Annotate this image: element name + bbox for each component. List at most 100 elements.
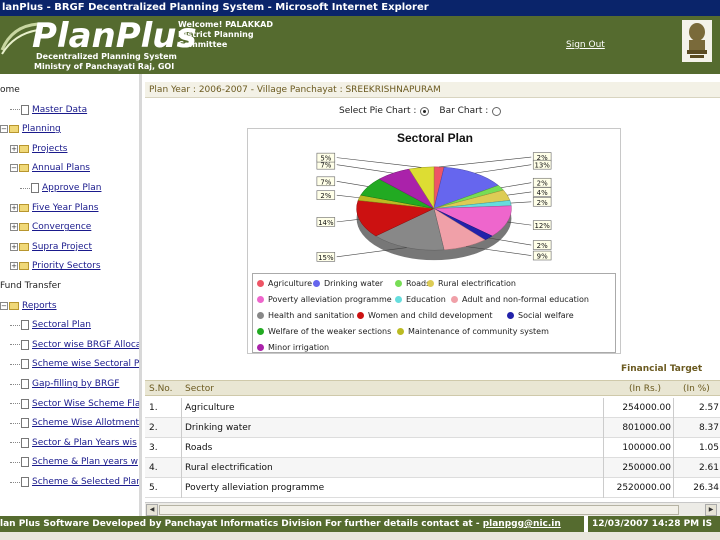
- document-icon: [21, 457, 29, 468]
- sidebar-item[interactable]: Scheme & Plan years w: [0, 454, 138, 470]
- expand-toggle-icon[interactable]: −: [0, 125, 8, 134]
- footer-bar: lan Plus Software Developed by Panchayat…: [0, 516, 720, 532]
- slice-leader-line: [336, 164, 394, 174]
- table-header: S.No. Sector (In Rs.) (In %): [145, 380, 720, 396]
- status-strip: [0, 532, 720, 540]
- sidebar-item[interactable]: + Convergence: [0, 219, 91, 235]
- document-icon: [21, 104, 29, 115]
- legend-swatch: [313, 279, 320, 287]
- sidebar-item[interactable]: + Projects: [0, 141, 67, 157]
- slice-leader-line: [439, 156, 532, 168]
- legend-item: Rural electrification: [427, 276, 516, 290]
- sidebar-item-label: Convergence: [32, 222, 92, 233]
- tree-connector: [10, 422, 20, 424]
- sidebar-item[interactable]: Scheme wise Sectoral P: [0, 356, 139, 372]
- table-divider: [181, 438, 182, 458]
- sidebar-item[interactable]: Approve Plan: [0, 180, 101, 196]
- expand-toggle-icon[interactable]: −: [0, 301, 8, 310]
- expand-toggle-icon[interactable]: +: [10, 223, 18, 232]
- tree-connector: [10, 344, 20, 346]
- horizontal-scrollbar[interactable]: ◀ ▶: [145, 502, 720, 516]
- sidebar-item[interactable]: + Supra Project: [0, 239, 92, 255]
- legend-label: Drinking water: [324, 278, 384, 288]
- sidebar-item[interactable]: Fund Transfer: [0, 278, 61, 294]
- financial-target-title: Financial Target: [621, 364, 703, 374]
- col-amount: (In Rs.): [629, 384, 662, 394]
- chart-title: Sectoral Plan: [396, 131, 474, 145]
- expand-toggle-icon[interactable]: +: [10, 203, 18, 212]
- folder-icon: [19, 242, 29, 251]
- cell-percent: 2.61: [698, 463, 719, 473]
- app-header: PlanPlus Decentralized Planning System M…: [0, 16, 720, 74]
- sidebar-item-label: Fund Transfer: [0, 281, 61, 291]
- slice-label-text: 12%: [534, 222, 550, 230]
- expand-toggle-icon[interactable]: −: [10, 164, 18, 173]
- sign-out-link[interactable]: Sign Out: [566, 40, 605, 50]
- sidebar-item[interactable]: Master Data: [0, 102, 87, 118]
- slice-label-text: 7%: [320, 162, 331, 170]
- bar-chart-label: Bar Chart :: [439, 106, 489, 116]
- table-divider: [181, 458, 182, 478]
- sidebar-item-label: Supra Project: [32, 241, 92, 252]
- document-icon: [21, 320, 29, 331]
- sidebar-item-label: Annual Plans: [32, 163, 90, 174]
- document-icon: [21, 398, 29, 409]
- cell-sector: Rural electrification: [185, 463, 273, 473]
- sidebar-item-label: Sectoral Plan: [32, 320, 91, 331]
- sidebar-item[interactable]: Sector Wise Scheme Fla: [0, 396, 139, 412]
- legend-item: Adult and non-formal education: [451, 292, 589, 306]
- slice-label: 2%: [532, 177, 552, 188]
- slice-label: 5%: [316, 152, 336, 163]
- welcome-line-3: Committee: [178, 40, 228, 49]
- sidebar-item[interactable]: Sectoral Plan: [0, 317, 91, 333]
- cell-sector: Drinking water: [185, 423, 252, 433]
- bar-chart-radio[interactable]: [492, 106, 502, 116]
- sidebar-item[interactable]: − Planning: [0, 121, 61, 137]
- expand-toggle-icon[interactable]: +: [10, 262, 18, 271]
- legend-label: Poverty alleviation programme: [268, 294, 392, 304]
- expand-toggle-icon[interactable]: +: [10, 242, 18, 251]
- document-icon: [31, 183, 39, 193]
- sidebar-item[interactable]: − Annual Plans: [0, 160, 90, 176]
- table-divider: [673, 398, 674, 418]
- slice-leader-line: [336, 194, 360, 199]
- tree-connector: [10, 383, 20, 385]
- sidebar-item[interactable]: Sector & Plan Years wis: [0, 435, 137, 451]
- tree-connector: [10, 403, 20, 405]
- pie-chart-radio[interactable]: [420, 106, 430, 116]
- footer-email-link[interactable]: planpgg@nic.in: [483, 519, 561, 529]
- slice-label: 15%: [316, 252, 336, 262]
- legend-label: Education: [406, 294, 446, 304]
- scroll-left-arrow-icon[interactable]: ◀: [146, 504, 158, 516]
- table-row: 5. Poverty alleviation programme 2520000.0…: [145, 478, 720, 498]
- cell-sector: Poverty alleviation programme: [185, 483, 325, 493]
- sidebar-item[interactable]: + Priority Sectors: [0, 258, 101, 274]
- cell-sno: 5.: [149, 483, 158, 493]
- pie-chart-label: Select Pie Chart :: [339, 106, 417, 116]
- sidebar-item[interactable]: − Reports: [0, 298, 57, 314]
- scroll-thumb[interactable]: [159, 505, 679, 515]
- slice-leader-line: [507, 221, 532, 226]
- legend-label: Welfare of the weaker sections: [268, 326, 392, 336]
- sidebar-item[interactable]: Scheme & Selected Plar: [0, 474, 140, 490]
- folder-icon: [19, 262, 29, 271]
- sidebar-item-label: Sector & Plan Years wis: [32, 437, 137, 448]
- sidebar-item[interactable]: Sector wise BRGF Alloca: [0, 337, 139, 353]
- sidebar-item[interactable]: ome: [0, 82, 20, 98]
- legend-item: Welfare of the weaker sections: [257, 324, 391, 338]
- slice-label: 14%: [316, 217, 336, 227]
- sidebar-item[interactable]: Gap-filling by BRGF: [0, 376, 119, 392]
- legend-swatch: [257, 343, 264, 351]
- sidebar-item[interactable]: Scheme Wise Allotment: [0, 415, 139, 431]
- sidebar-item-label: Scheme & Selected Plar: [32, 477, 140, 487]
- scroll-right-arrow-icon[interactable]: ▶: [705, 504, 717, 516]
- expand-toggle-icon[interactable]: +: [10, 144, 18, 153]
- document-icon: [21, 418, 29, 429]
- cell-percent: 26.34: [693, 483, 719, 493]
- national-emblem-icon: [682, 20, 712, 62]
- sidebar-item[interactable]: + Five Year Plans: [0, 200, 99, 216]
- slice-label: 13%: [532, 159, 552, 170]
- legend-label: Health and sanitation: [268, 310, 355, 320]
- legend-item: Social welfare: [507, 308, 574, 322]
- footer-text: lan Plus Software Developed by Panchayat…: [0, 516, 561, 532]
